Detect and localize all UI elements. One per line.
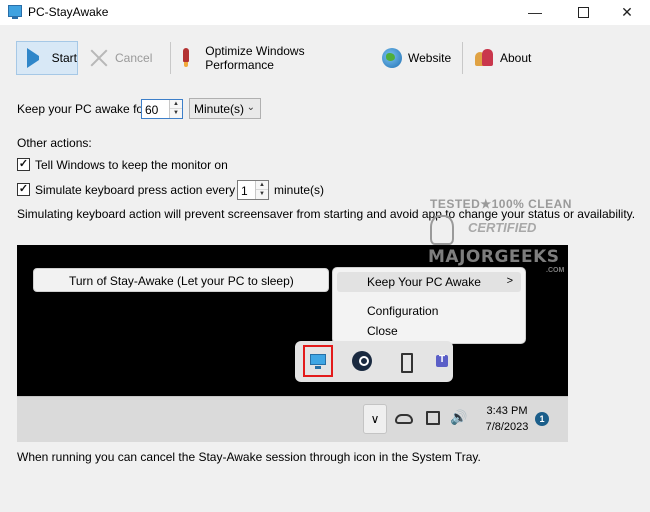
volume-icon: 🔊 (450, 409, 468, 425)
x-icon (89, 48, 109, 68)
duration-unit-select[interactable]: Minute(s) ⌄ (189, 98, 261, 119)
clock-date: 7/8/2023 (485, 421, 529, 433)
start-button-label: Start (51, 51, 77, 65)
watermark-brand: MAJORGEEKS (428, 247, 560, 267)
about-button-label: About (500, 51, 532, 65)
keep-awake-value: 60 (145, 103, 159, 117)
watermark-tested: TESTED★100% CLEAN (430, 197, 572, 211)
website-button-label: Website (408, 51, 452, 65)
keyboard-interval-value: 1 (241, 184, 248, 198)
keep-awake-duration-input[interactable]: 60 ▲ ▼ (141, 99, 183, 119)
notification-badge: 1 (535, 412, 549, 426)
spinner-buttons: ▲ ▼ (169, 100, 182, 118)
keep-awake-label: Keep your PC awake for (17, 102, 148, 116)
maximize-icon (577, 7, 589, 18)
cancel-button[interactable]: Cancel (86, 41, 156, 75)
optimize-button-label: Optimize Windows Performance (205, 44, 305, 72)
clock-time: 3:43 PM (486, 405, 528, 417)
other-actions-label: Other actions: (17, 136, 92, 150)
menu-item-configuration: Configuration (367, 304, 439, 318)
title-bar: PC-StayAwake — ✕ (0, 0, 650, 25)
keyboard-checkbox[interactable]: ✓ (17, 183, 30, 196)
menu-item-close: Close (367, 324, 398, 338)
optimize-button[interactable]: Optimize Windows Performance (180, 41, 370, 75)
menu-item-turn-off: Turn of Stay-Awake (Let your PC to sleep… (69, 274, 294, 288)
about-button[interactable]: About (474, 41, 538, 75)
taskbar: ∨ 🔊 3:43 PM 7/8/2023 1 (17, 396, 568, 442)
people-icon (474, 48, 494, 68)
spin-down-icon[interactable]: ▼ (256, 190, 268, 199)
clock: 3:43 PM 7/8/2023 (482, 403, 532, 435)
start-button[interactable]: Start (16, 41, 78, 75)
footer-text: When running you can cancel the Stay-Awa… (17, 450, 481, 464)
spin-up-icon[interactable]: ▲ (170, 100, 182, 109)
play-icon (27, 48, 46, 68)
usb-icon (395, 351, 415, 373)
show-hidden-icons-chevron-icon: ∨ (363, 404, 387, 434)
monitor-checkbox[interactable]: ✓ (17, 158, 30, 171)
spin-up-icon[interactable]: ▲ (256, 181, 268, 190)
minimize-button[interactable]: — (512, 0, 558, 25)
toolbar: Start Cancel Optimize Windows Performanc… (14, 40, 634, 76)
duration-unit-value: Minute(s) (194, 102, 245, 116)
close-button[interactable]: ✕ (604, 0, 650, 25)
rocket-icon (180, 48, 199, 68)
keyboard-checkbox-label[interactable]: Simulate keyboard press action every (35, 183, 235, 197)
tray-overflow-popup (295, 341, 453, 382)
app-icon (8, 5, 22, 19)
cancel-button-label: Cancel (115, 51, 153, 65)
keyboard-interval-unit: minute(s) (274, 183, 325, 197)
majorgeeks-watermark: TESTED★100% CLEAN CERTIFIED MAJORGEEKS .… (428, 197, 572, 279)
onedrive-icon (395, 414, 413, 424)
toolbar-separator (462, 42, 463, 74)
window-title: PC-StayAwake (28, 5, 109, 19)
website-button[interactable]: Website (382, 41, 454, 75)
keyboard-interval-input[interactable]: 1 ▲ ▼ (237, 180, 269, 200)
watermark-domain: .COM (546, 267, 565, 274)
globe-icon (382, 48, 402, 68)
chevron-down-icon: ⌄ (246, 102, 255, 113)
seal-icon (430, 215, 454, 245)
context-menu-left: Turn of Stay-Awake (Let your PC to sleep… (33, 268, 329, 292)
spin-down-icon[interactable]: ▼ (170, 109, 182, 118)
highlight-box (303, 345, 333, 377)
toolbar-separator (170, 42, 171, 74)
monitor-checkbox-label[interactable]: Tell Windows to keep the monitor on (35, 158, 228, 172)
watermark-certified: CERTIFIED (468, 220, 537, 235)
teams-icon (433, 351, 453, 371)
network-icon (426, 411, 440, 425)
steam-icon (352, 351, 372, 371)
maximize-button[interactable] (560, 0, 606, 25)
spinner-buttons: ▲ ▼ (255, 181, 268, 199)
